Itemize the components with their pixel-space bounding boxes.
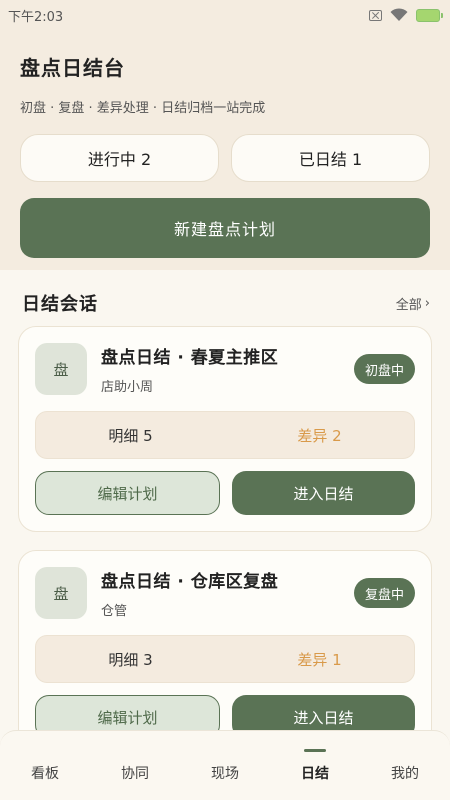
card-info: 盘点日结 · 春夏主推区 店助小周 — [101, 343, 354, 395]
new-plan-button[interactable]: 新建盘点计划 — [20, 198, 430, 258]
view-all-label: 全部 — [395, 297, 422, 313]
nav-item-profile[interactable]: 我的 — [360, 731, 450, 800]
card-actions: 编辑计划 进入日结 — [35, 471, 415, 515]
page-title: 盘点日结台 — [20, 56, 125, 80]
card-title: 盘点日结 · 春夏主推区 — [101, 348, 279, 368]
nav-item-dashboard[interactable]: 看板 — [0, 731, 90, 800]
nav-item-collaboration[interactable]: 协同 — [90, 731, 180, 800]
status-badge: 复盘中 — [353, 578, 415, 608]
card-header: 盘 盘点日结 · 仓库区复盘 仓管 复盘中 — [35, 567, 415, 619]
card-header: 盘 盘点日结 · 春夏主推区 店助小周 初盘中 — [35, 343, 415, 395]
nav-label: 现场 — [211, 765, 239, 782]
battery-icon — [416, 8, 443, 22]
stat-in-progress[interactable]: 进行中 2 — [20, 134, 219, 182]
card-metrics: 明细 5 差异 2 — [35, 411, 415, 459]
page-subtitle: 初盘 · 复盘 · 差异处理 · 日结归档一站完成 — [20, 101, 266, 116]
diff-count: 差异 2 — [297, 426, 342, 445]
diff-count: 差异 1 — [297, 650, 342, 669]
sim-icon — [369, 9, 382, 21]
card-owner: 仓管 — [101, 604, 128, 619]
bottom-nav: 看板 协同 现场 日结 我的 — [0, 730, 450, 800]
nav-label: 我的 — [391, 765, 419, 782]
nav-label: 看板 — [31, 765, 59, 782]
status-badge: 初盘中 — [353, 354, 415, 384]
nav-label: 协同 — [121, 765, 149, 782]
wifi-icon — [390, 8, 408, 21]
active-tab-indicator — [304, 748, 326, 752]
card-avatar: 盘 — [35, 567, 87, 619]
nav-label: 日结 — [301, 765, 329, 782]
nav-item-onsite[interactable]: 现场 — [180, 731, 270, 800]
nav-item-settlement[interactable]: 日结 — [270, 731, 360, 800]
stats-row: 进行中 2 已日结 1 — [20, 134, 430, 182]
card-title: 盘点日结 · 仓库区复盘 — [101, 572, 279, 592]
chevron-right-icon: › — [424, 295, 430, 311]
card-info: 盘点日结 · 仓库区复盘 仓管 — [101, 567, 354, 619]
header: 盘点日结台 初盘 · 复盘 · 差异处理 · 日结归档一站完成 进行中 2 已日… — [0, 30, 450, 270]
status-icons — [369, 8, 443, 22]
session-card: 盘 盘点日结 · 仓库区复盘 仓管 复盘中 明细 3 差异 1 编辑计划 进入日… — [18, 550, 432, 756]
session-card: 盘 盘点日结 · 春夏主推区 店助小周 初盘中 明细 5 差异 2 编辑计划 进… — [18, 326, 432, 532]
view-all-link[interactable]: 全部 › — [396, 294, 430, 313]
status-bar: 下午2:03 — [0, 0, 450, 30]
detail-count: 明细 5 — [108, 426, 153, 445]
status-time: 下午2:03 — [8, 9, 64, 25]
card-metrics: 明细 3 差异 1 — [35, 635, 415, 683]
detail-count: 明细 3 — [108, 650, 153, 669]
edit-plan-button[interactable]: 编辑计划 — [35, 471, 220, 515]
enter-settlement-button[interactable]: 进入日结 — [232, 471, 415, 515]
card-owner: 店助小周 — [101, 380, 154, 395]
section-title: 日结会话 — [22, 294, 98, 315]
stat-settled[interactable]: 已日结 1 — [231, 134, 430, 182]
section-header: 日结会话 全部 › — [0, 270, 450, 320]
card-avatar: 盘 — [35, 343, 87, 395]
